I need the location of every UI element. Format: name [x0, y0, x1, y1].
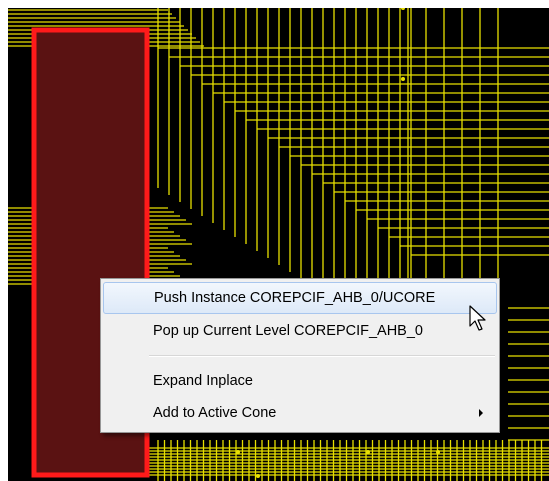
menu-separator — [149, 355, 495, 357]
menu-item-add-to-active-cone[interactable]: Add to Active Cone — [103, 397, 497, 429]
mouse-pointer-icon — [469, 305, 486, 331]
menu-item-expand-inplace[interactable]: Expand Inplace — [103, 365, 497, 397]
context-menu: Push Instance COREPCIF_AHB_0/UCORE Pop u… — [100, 278, 500, 433]
menu-item-push-instance[interactable]: Push Instance COREPCIF_AHB_0/UCORE — [103, 282, 497, 314]
chevron-right-icon — [479, 409, 483, 417]
menu-item-pop-up-current-level[interactable]: Pop up Current Level COREPCIF_AHB_0 — [103, 315, 497, 347]
menu-item-label: Add to Active Cone — [153, 405, 277, 421]
